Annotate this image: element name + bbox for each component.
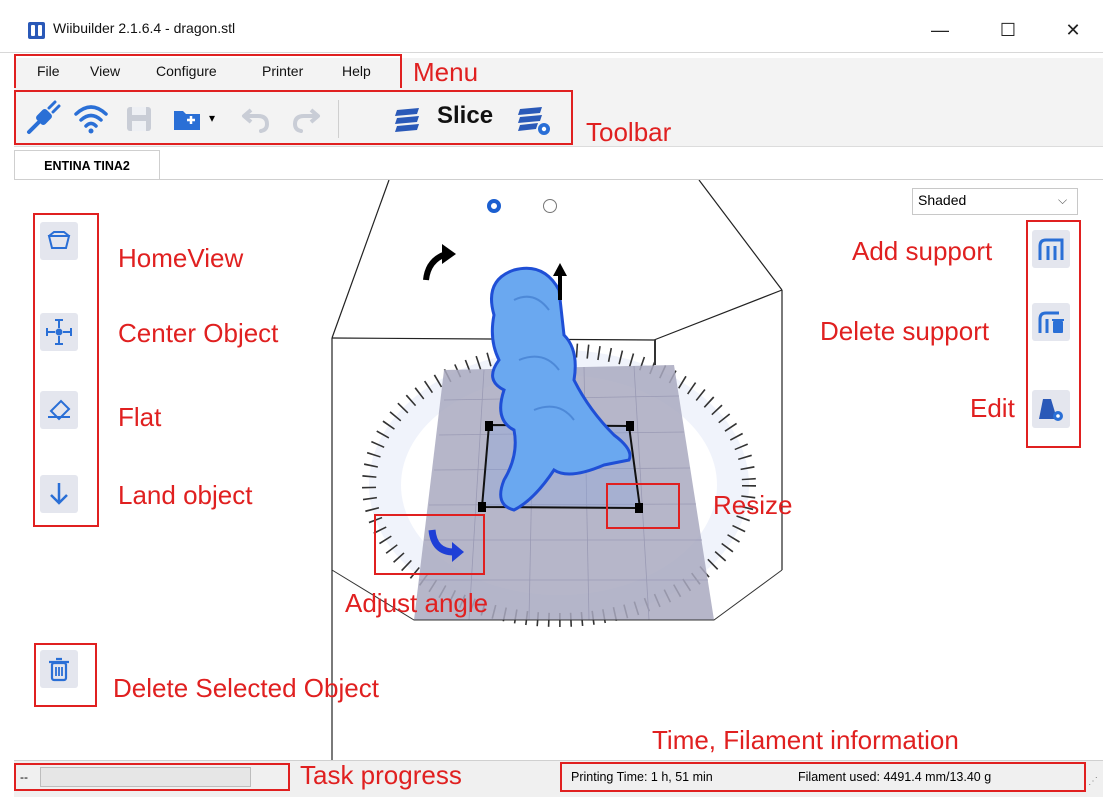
- resize-annotation: Resize: [713, 490, 793, 520]
- window-title: Wiibuilder 2.1.6.4 - dragon.stl: [53, 20, 236, 36]
- left-tools-highlight-box: [33, 213, 99, 527]
- chevron-down-icon: ⌵: [1058, 193, 1068, 207]
- menu-annotation: Menu: [413, 57, 479, 87]
- center-object-annotation: Center Object: [118, 318, 279, 348]
- time-filament-annotation: Time, Filament information: [652, 725, 959, 755]
- close-button[interactable]: ✕: [1050, 12, 1096, 48]
- home-view-annotation: HomeView: [118, 243, 244, 273]
- add-support-annotation: Add support: [852, 236, 993, 266]
- land-object-annotation: Land object: [118, 480, 253, 510]
- delete-highlight-box: [34, 643, 97, 707]
- resize-highlight-box: [606, 483, 680, 529]
- task-progress-highlight-box: [14, 763, 290, 791]
- minimize-button[interactable]: —: [917, 12, 963, 48]
- toolbar-highlight-box: [14, 90, 573, 145]
- delete-support-annotation: Delete support: [820, 316, 990, 346]
- task-progress-annotation: Task progress: [300, 760, 462, 790]
- menu-highlight-box: [14, 54, 402, 90]
- adjust-angle-annotation: Adjust angle: [345, 588, 489, 618]
- toolbar-annotation: Toolbar: [586, 117, 672, 147]
- maximize-button[interactable]: ☐: [985, 12, 1031, 48]
- tab-entina-tina2[interactable]: ENTINA TINA2: [14, 150, 160, 180]
- view-radio-perspective[interactable]: [487, 199, 501, 213]
- app-logo-icon: [28, 22, 45, 39]
- delete-selected-annotation: Delete Selected Object: [113, 673, 379, 703]
- view-radio-orthographic[interactable]: [543, 199, 557, 213]
- shaded-select[interactable]: Shaded ⌵: [912, 188, 1078, 215]
- flat-annotation: Flat: [118, 402, 162, 432]
- right-tools-highlight-box: [1026, 220, 1081, 448]
- status-info-highlight-box: [560, 762, 1086, 792]
- resize-grip-icon[interactable]: ⋰: [1088, 776, 1098, 787]
- edit-annotation: Edit: [970, 393, 1015, 423]
- adjust-angle-highlight-box: [374, 514, 485, 575]
- shaded-select-value: Shaded: [918, 192, 967, 208]
